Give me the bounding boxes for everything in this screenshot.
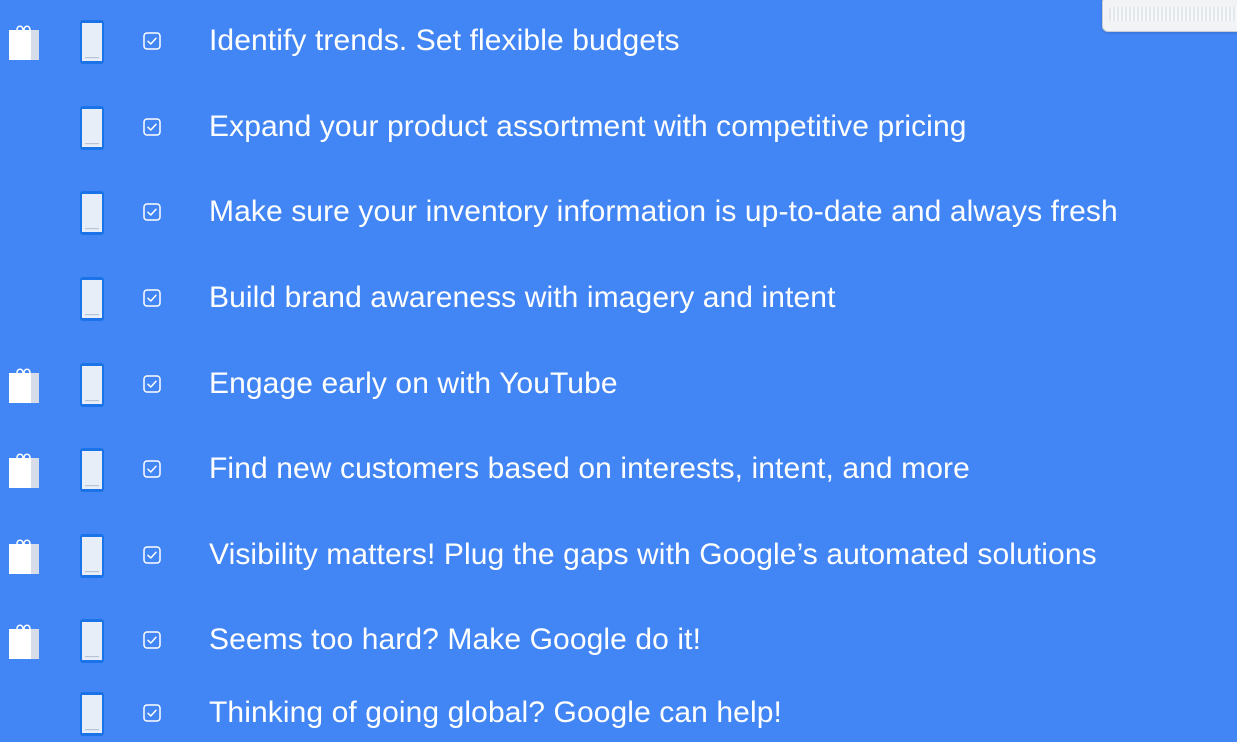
checklist-item-label: Visibility matters! Plug the gaps with G… <box>209 538 1097 571</box>
checkbox-checked-icon[interactable] <box>143 289 161 307</box>
checklist-row-4: Build brand awareness with imagery and i… <box>0 267 1237 327</box>
checklist-item-label: Thinking of going global? Google can hel… <box>209 696 782 729</box>
smartphone-icon <box>80 20 104 64</box>
checklist-row-2: Expand your product assortment with comp… <box>0 96 1237 156</box>
shopping-bag-icon <box>9 368 39 403</box>
checkbox-checked-icon[interactable] <box>143 203 161 221</box>
checkbox-checked-icon[interactable] <box>143 460 161 478</box>
checklist-row-8: Seems too hard? Make Google do it! <box>0 609 1237 669</box>
shopping-bag-icon <box>9 624 39 659</box>
checkbox-checked-icon[interactable] <box>143 704 161 722</box>
checklist-item-label: Engage early on with YouTube <box>209 367 618 400</box>
checklist-item-label: Find new customers based on interests, i… <box>209 452 970 485</box>
checkbox-checked-icon[interactable] <box>143 546 161 564</box>
smartphone-icon <box>80 692 104 736</box>
smartphone-icon <box>80 191 104 235</box>
smartphone-icon <box>80 363 104 407</box>
checklist-item-label: Make sure your inventory information is … <box>209 195 1118 228</box>
checklist-row-3: Make sure your inventory information is … <box>0 181 1237 241</box>
checkbox-checked-icon[interactable] <box>143 631 161 649</box>
shopping-bag-icon <box>9 25 39 60</box>
checklist-item-label: Seems too hard? Make Google do it! <box>209 623 702 656</box>
checkbox-checked-icon[interactable] <box>143 375 161 393</box>
smartphone-icon <box>80 619 104 663</box>
checklist-row-9: Thinking of going global? Google can hel… <box>0 682 1237 742</box>
smartphone-icon <box>80 448 104 492</box>
checklist-item-label: Expand your product assortment with comp… <box>209 110 967 143</box>
shopping-bag-icon <box>9 453 39 488</box>
smartphone-icon <box>80 106 104 150</box>
smartphone-icon <box>80 534 104 578</box>
smartphone-icon <box>80 277 104 321</box>
shopping-bag-icon <box>9 539 39 574</box>
checkbox-checked-icon[interactable] <box>143 32 161 50</box>
checklist-row-1: Identify trends. Set flexible budgets <box>0 10 1237 70</box>
checklist-item-label: Identify trends. Set flexible budgets <box>209 24 680 57</box>
checklist-item-label: Build brand awareness with imagery and i… <box>209 281 836 314</box>
checklist-row-5: Engage early on with YouTube <box>0 353 1237 413</box>
checklist-row-7: Visibility matters! Plug the gaps with G… <box>0 524 1237 584</box>
checklist-row-6: Find new customers based on interests, i… <box>0 438 1237 498</box>
checkbox-checked-icon[interactable] <box>143 118 161 136</box>
